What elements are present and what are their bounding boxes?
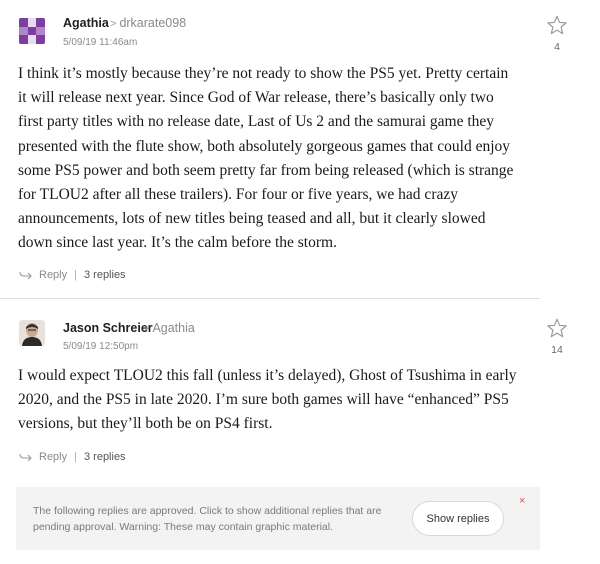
replies-link[interactable]: 3 replies	[84, 451, 126, 463]
separator: |	[74, 451, 77, 463]
comment-line: presented with the flute show, both abso…	[18, 137, 511, 155]
like-count: 4	[554, 41, 560, 53]
comment-author[interactable]: Agathia	[63, 16, 109, 30]
comment-line: down since last year. It’s the calm befo…	[18, 234, 337, 252]
reply-arrow-icon[interactable]	[19, 270, 33, 280]
show-replies-button[interactable]: Show replies	[412, 501, 504, 536]
comment-line: I would expect TLOU2 this fall (unless i…	[18, 367, 517, 384]
comment-line: it will release next year. Since God of …	[18, 89, 494, 107]
chevron-right-icon: >	[143, 323, 150, 335]
like-count: 14	[551, 344, 563, 356]
reply-to-user[interactable]: > drkarate098	[110, 16, 186, 30]
comment-divider	[0, 298, 540, 299]
close-icon[interactable]: ×	[519, 495, 525, 507]
reply-link[interactable]: Reply	[39, 269, 67, 281]
comment-author[interactable]: Jason Schreier	[63, 321, 153, 335]
pending-notice-text: The following replies are approved. Clic…	[33, 505, 382, 533]
reply-to-name[interactable]: drkarate098	[119, 16, 186, 30]
comment-line: first party titles with no release date,…	[18, 113, 495, 131]
avatar[interactable]	[19, 18, 45, 44]
reply-arrow-icon[interactable]	[19, 452, 33, 462]
chevron-right-icon: >	[110, 18, 117, 30]
star-outline-icon[interactable]	[546, 14, 568, 36]
reply-to-user[interactable]: > Agathia	[143, 321, 195, 335]
pending-replies-notice: The following replies are approved. Clic…	[16, 487, 540, 550]
comment-line: for TLOU2 after all these trailers). For…	[18, 186, 458, 204]
comment-actions: Reply | 3 replies	[19, 451, 126, 463]
comment-line: some PS5 power and both seem pretty far …	[18, 161, 514, 179]
replies-link[interactable]: 3 replies	[84, 269, 126, 281]
star-outline-icon[interactable]	[546, 317, 568, 339]
comment-line: versions, but they’ll both be on PS4 fir…	[18, 415, 273, 433]
comment-body: I think it’s mostly because they’re not …	[18, 62, 538, 256]
reply-link[interactable]: Reply	[39, 451, 67, 463]
comment-line: I think it’s mostly because they’re not …	[18, 65, 509, 82]
comment-line: announcements, lots of new titles being …	[18, 210, 486, 228]
reply-to-name[interactable]: Agathia	[152, 321, 194, 335]
comment-timestamp[interactable]: 5/09/19 11:46am	[63, 37, 137, 48]
comment-body: I would expect TLOU2 this fall (unless i…	[18, 364, 538, 437]
comment-timestamp[interactable]: 5/09/19 12:50pm	[63, 341, 138, 352]
comment-actions: Reply | 3 replies	[19, 269, 126, 281]
avatar[interactable]	[19, 320, 45, 346]
separator: |	[74, 269, 77, 281]
comment-line: 2020, and the PS5 in late 2020. I’m sure…	[18, 391, 509, 409]
